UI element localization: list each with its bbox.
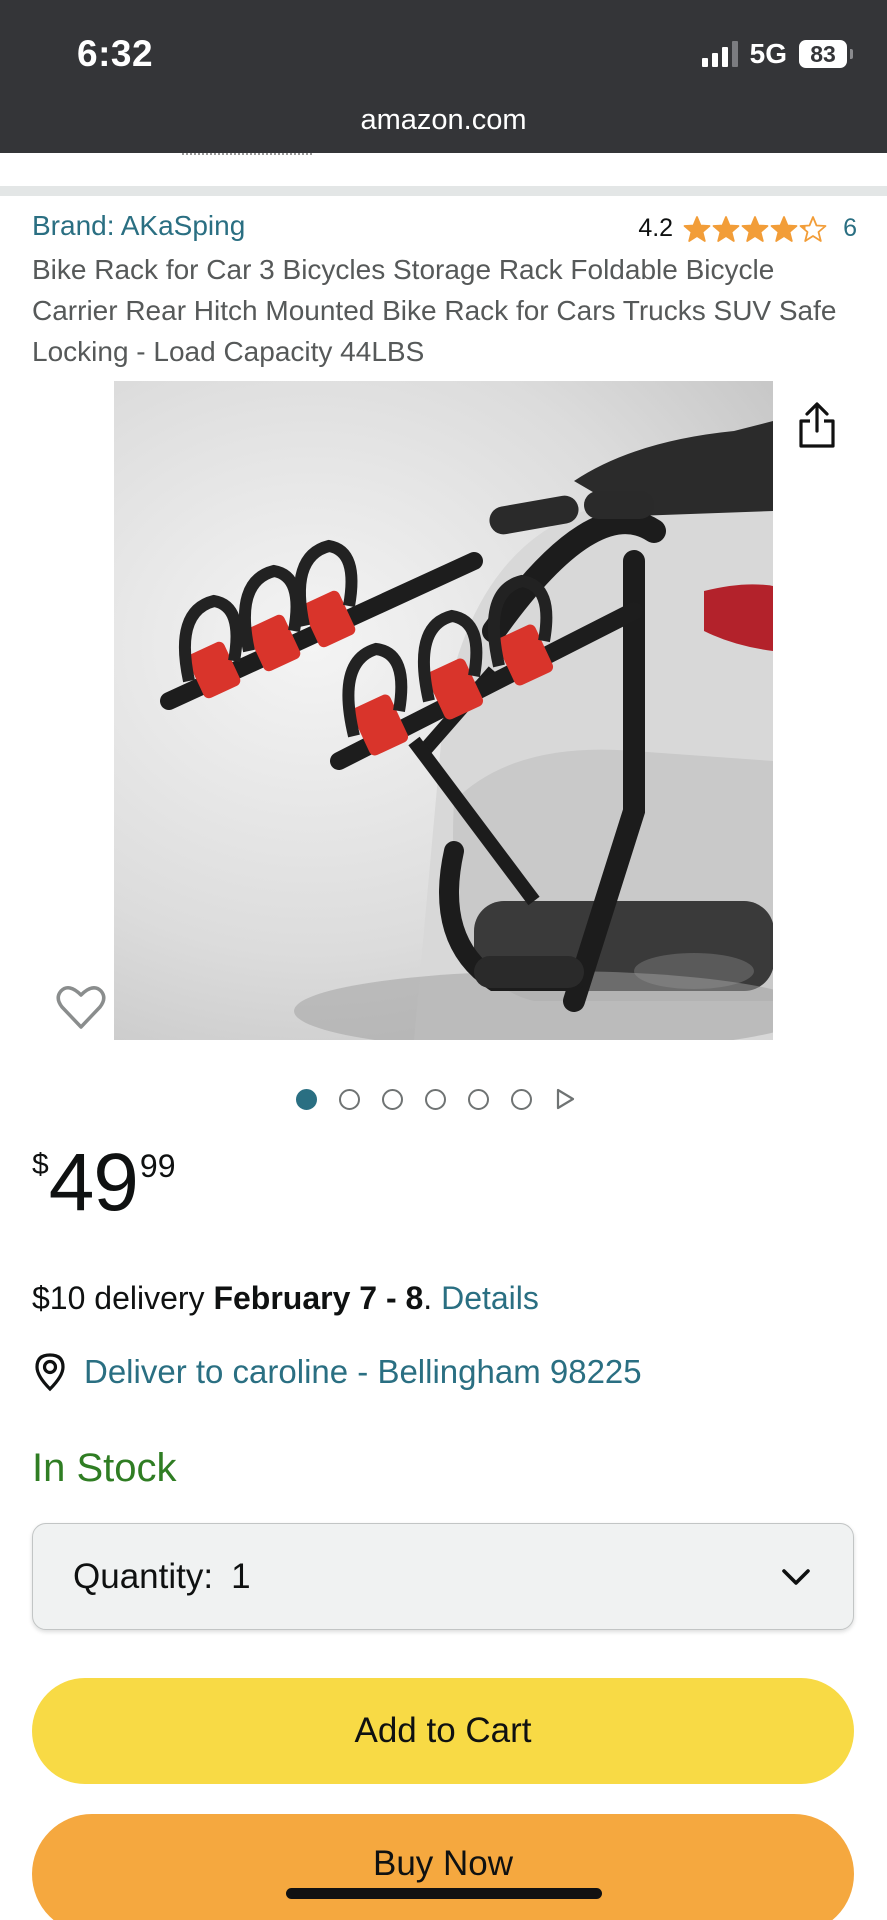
delivery-date: February 7 - 8 bbox=[213, 1280, 424, 1316]
carousel-dot[interactable] bbox=[425, 1088, 446, 1110]
play-triangle-icon[interactable] bbox=[554, 1088, 576, 1110]
add-to-cart-button[interactable]: Add to Cart bbox=[32, 1678, 854, 1784]
status-bar: 6:32 5G 83 amazon.com bbox=[0, 0, 887, 153]
carousel-dot[interactable] bbox=[468, 1088, 489, 1110]
wishlist-button[interactable] bbox=[52, 978, 110, 1036]
product-title: Bike Rack for Car 3 Bicycles Storage Rac… bbox=[32, 254, 837, 367]
status-indicators: 5G 83 bbox=[701, 38, 853, 70]
page-separator bbox=[0, 153, 887, 161]
address-bar[interactable]: amazon.com bbox=[0, 104, 887, 137]
price-fraction: 99 bbox=[139, 1148, 176, 1184]
star-icon bbox=[799, 215, 827, 242]
carousel-dot[interactable] bbox=[511, 1088, 532, 1110]
battery-level: 83 bbox=[810, 40, 836, 67]
carousel-dot[interactable] bbox=[296, 1088, 317, 1110]
battery-icon: 83 bbox=[799, 40, 853, 68]
home-indicator[interactable] bbox=[286, 1888, 602, 1899]
cellular-signal-icon bbox=[701, 41, 738, 67]
price: $ 49 99 bbox=[32, 1140, 176, 1226]
location-pin-icon bbox=[35, 1353, 65, 1392]
stock-status: In Stock bbox=[32, 1446, 177, 1490]
deliver-to-text[interactable]: Deliver to caroline - Bellingham 98225 bbox=[84, 1353, 642, 1391]
chevron-down-icon bbox=[782, 1568, 810, 1585]
carousel-dot[interactable] bbox=[339, 1088, 360, 1110]
deliver-to-link[interactable]: Deliver to caroline - Bellingham 98225 bbox=[32, 1352, 642, 1392]
status-time: 6:32 bbox=[77, 33, 154, 74]
rating-value: 4.2 bbox=[638, 214, 674, 242]
share-button[interactable] bbox=[790, 398, 844, 452]
image-carousel-indicator[interactable] bbox=[296, 1088, 576, 1110]
network-type: 5G bbox=[749, 38, 787, 69]
star-icon bbox=[712, 215, 740, 242]
price-whole: 49 bbox=[48, 1137, 139, 1228]
delivery-suffix: . bbox=[423, 1280, 442, 1316]
product-image[interactable] bbox=[114, 381, 773, 1040]
quantity-dropdown[interactable]: Quantity: 1 bbox=[32, 1523, 854, 1630]
star-icon bbox=[770, 215, 798, 242]
brand-link[interactable]: Brand: AKaSping bbox=[32, 210, 245, 242]
rating-summary[interactable]: 4.2 6 bbox=[638, 214, 857, 243]
delivery-info: $10 delivery February 7 - 8. Details bbox=[32, 1280, 539, 1317]
delivery-details-link[interactable]: Details bbox=[441, 1280, 539, 1316]
carousel-dot[interactable] bbox=[382, 1088, 403, 1110]
share-icon bbox=[799, 402, 835, 448]
rating-count[interactable]: 6 bbox=[843, 214, 857, 243]
delivery-prefix: $10 delivery bbox=[32, 1280, 214, 1316]
heart-icon bbox=[56, 986, 106, 1029]
price-symbol: $ bbox=[32, 1148, 49, 1181]
star-icon bbox=[683, 215, 711, 242]
star-icon bbox=[741, 215, 769, 242]
buy-now-button[interactable]: Buy Now bbox=[32, 1814, 854, 1920]
quantity-value: 1 bbox=[231, 1556, 251, 1596]
bike-rack-photo bbox=[160, 421, 773, 1040]
quantity-label: Quantity: bbox=[73, 1556, 214, 1596]
section-divider bbox=[0, 186, 887, 196]
rating-stars bbox=[683, 215, 827, 243]
